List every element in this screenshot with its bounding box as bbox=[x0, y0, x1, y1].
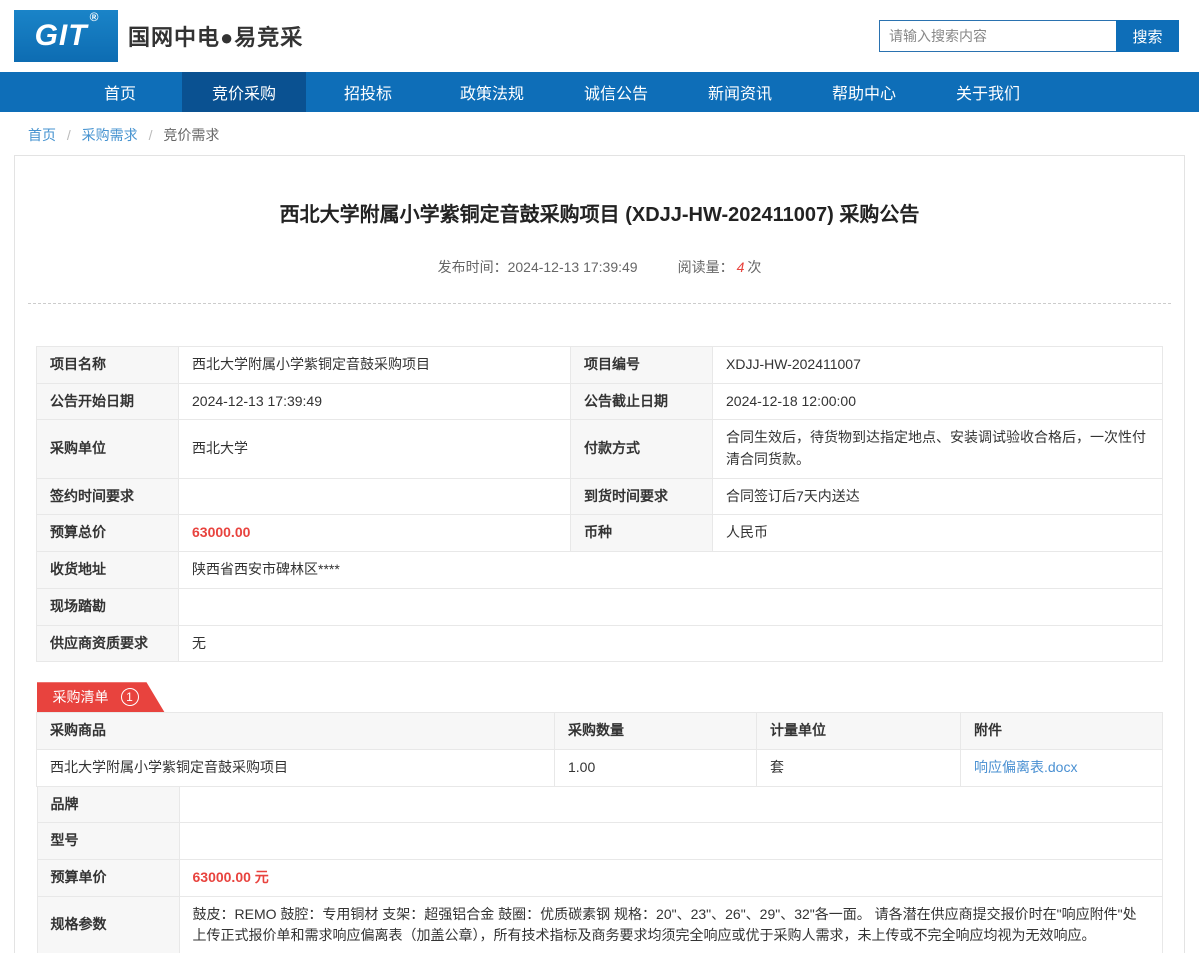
column-header-product: 采购商品 bbox=[37, 713, 555, 750]
notice-panel: 西北大学附属小学紫铜定音鼓采购项目 (XDJJ-HW-202411007) 采购… bbox=[14, 155, 1185, 953]
field-label: 预算总价 bbox=[37, 515, 179, 552]
field-label: 币种 bbox=[571, 515, 713, 552]
table-row: 采购单位 西北大学 付款方式 合同生效后，待货物到达指定地点、安装调试验收合格后… bbox=[37, 420, 1163, 478]
field-value: 无 bbox=[179, 625, 1163, 662]
field-label: 签约时间要求 bbox=[37, 478, 179, 515]
publish-time-label: 发布时间： bbox=[438, 259, 508, 275]
column-header-unit: 计量单位 bbox=[757, 713, 961, 750]
publish-info: 发布时间：2024-12-13 17:39:49 阅读量：4次 bbox=[15, 257, 1184, 277]
field-label: 到货时间要求 bbox=[571, 478, 713, 515]
field-label: 公告截止日期 bbox=[571, 383, 713, 420]
table-header-row: 采购商品 采购数量 计量单位 附件 bbox=[37, 713, 1163, 750]
purchase-list-table: 采购商品 采购数量 计量单位 附件 西北大学附属小学紫铜定音鼓采购项目 1.00… bbox=[36, 712, 1163, 786]
field-value bbox=[179, 588, 1163, 625]
purchase-item-details-table: 品牌 型号 预算单价 63000.00 元 规格参数 鼓皮：REMO 鼓腔：专用… bbox=[37, 786, 1163, 953]
field-value: XDJJ-HW-202411007 bbox=[713, 347, 1163, 384]
field-value: 合同生效后，待货物到达指定地点、安装调试验收合格后，一次性付清合同货款。 bbox=[713, 420, 1163, 478]
table-row: 品牌 bbox=[37, 786, 1162, 823]
nav-item-bidding-purchase[interactable]: 竞价采购 bbox=[182, 72, 306, 112]
search-button[interactable]: 搜索 bbox=[1116, 20, 1179, 52]
field-label: 预算单价 bbox=[37, 859, 179, 896]
purchase-list-count-badge: 1 bbox=[121, 688, 139, 706]
budget-total-value: 63000.00 bbox=[179, 515, 571, 552]
breadcrumb: 首页 / 采购需求 / 竞价需求 bbox=[0, 112, 1199, 155]
field-value bbox=[179, 823, 1162, 860]
nav-item-home[interactable]: 首页 bbox=[58, 72, 182, 112]
field-label: 现场踏勘 bbox=[37, 588, 179, 625]
field-value: 陕西省西安市碑林区**** bbox=[179, 552, 1163, 589]
breadcrumb-current: 竞价需求 bbox=[163, 127, 219, 143]
table-row: 型号 bbox=[37, 823, 1162, 860]
breadcrumb-purchase-demand-link[interactable]: 采购需求 bbox=[82, 127, 138, 143]
breadcrumb-separator: / bbox=[149, 127, 153, 143]
logo-text: GIT® bbox=[35, 19, 98, 53]
page-header: GIT® 国网中电●易竞采 搜索 bbox=[0, 0, 1199, 72]
field-label: 品牌 bbox=[37, 786, 179, 823]
field-label: 收货地址 bbox=[37, 552, 179, 589]
breadcrumb-home-link[interactable]: 首页 bbox=[28, 127, 56, 143]
site-title: 国网中电●易竞采 bbox=[128, 20, 303, 52]
attachment-link[interactable]: 响应偏离表.docx bbox=[974, 759, 1077, 775]
table-row: 规格参数 鼓皮：REMO 鼓腔：专用铜材 支架：超强铝合金 鼓圈：优质碳素钢 规… bbox=[37, 896, 1162, 953]
table-row: 现场踏勘 bbox=[37, 588, 1163, 625]
field-value bbox=[179, 786, 1162, 823]
site-logo[interactable]: GIT® bbox=[14, 10, 118, 62]
field-value: 人民币 bbox=[713, 515, 1163, 552]
product-name: 西北大学附属小学紫铜定音鼓采购项目 bbox=[37, 749, 555, 786]
field-label: 公告开始日期 bbox=[37, 383, 179, 420]
product-unit: 套 bbox=[757, 749, 961, 786]
purchase-list-badge-label: 采购清单 bbox=[53, 687, 109, 707]
views-label: 阅读量： bbox=[678, 259, 734, 275]
dashed-divider bbox=[28, 303, 1171, 304]
field-label: 采购单位 bbox=[37, 420, 179, 478]
budget-unit-price-value: 63000.00 元 bbox=[179, 859, 1162, 896]
field-value: 2024-12-18 12:00:00 bbox=[713, 383, 1163, 420]
column-header-attachment: 附件 bbox=[961, 713, 1163, 750]
field-value: 鼓皮：REMO 鼓腔：专用铜材 支架：超强铝合金 鼓圈：优质碳素钢 规格：20"… bbox=[179, 896, 1162, 953]
table-row: 供应商资质要求 无 bbox=[37, 625, 1163, 662]
nav-item-about-us[interactable]: 关于我们 bbox=[926, 72, 1050, 112]
nav-item-integrity-notice[interactable]: 诚信公告 bbox=[554, 72, 678, 112]
purchase-list-badge: 采购清单 1 bbox=[37, 682, 165, 712]
nav-item-help-center[interactable]: 帮助中心 bbox=[802, 72, 926, 112]
nav-item-tendering[interactable]: 招投标 bbox=[306, 72, 430, 112]
purchase-list-section-header: 采购清单 1 bbox=[37, 682, 1163, 712]
field-value bbox=[179, 478, 571, 515]
field-value: 合同签订后7天内送达 bbox=[713, 478, 1163, 515]
nav-item-policies[interactable]: 政策法规 bbox=[430, 72, 554, 112]
registered-trademark-icon: ® bbox=[90, 10, 100, 24]
breadcrumb-separator: / bbox=[67, 127, 71, 143]
search-input[interactable] bbox=[879, 20, 1116, 52]
field-label: 供应商资质要求 bbox=[37, 625, 179, 662]
field-value: 西北大学 bbox=[179, 420, 571, 478]
table-row: 公告开始日期 2024-12-13 17:39:49 公告截止日期 2024-1… bbox=[37, 383, 1163, 420]
field-label: 规格参数 bbox=[37, 896, 179, 953]
table-row: 签约时间要求 到货时间要求 合同签订后7天内送达 bbox=[37, 478, 1163, 515]
table-row: 项目名称 西北大学附属小学紫铜定音鼓采购项目 项目编号 XDJJ-HW-2024… bbox=[37, 347, 1163, 384]
page-title: 西北大学附属小学紫铜定音鼓采购项目 (XDJJ-HW-202411007) 采购… bbox=[15, 156, 1184, 227]
column-header-quantity: 采购数量 bbox=[555, 713, 757, 750]
project-info-table: 项目名称 西北大学附属小学紫铜定音鼓采购项目 项目编号 XDJJ-HW-2024… bbox=[36, 346, 1163, 662]
main-nav: 首页 竞价采购 招投标 政策法规 诚信公告 新闻资讯 帮助中心 关于我们 bbox=[0, 72, 1199, 112]
field-value: 西北大学附属小学紫铜定音鼓采购项目 bbox=[179, 347, 571, 384]
field-label: 项目名称 bbox=[37, 347, 179, 384]
field-label: 付款方式 bbox=[571, 420, 713, 478]
views-unit: 次 bbox=[747, 259, 761, 275]
table-row: 预算总价 63000.00 币种 人民币 bbox=[37, 515, 1163, 552]
field-label: 型号 bbox=[37, 823, 179, 860]
search-bar: 搜索 bbox=[879, 20, 1179, 52]
table-row: 预算单价 63000.00 元 bbox=[37, 859, 1162, 896]
nav-item-news[interactable]: 新闻资讯 bbox=[678, 72, 802, 112]
field-label: 项目编号 bbox=[571, 347, 713, 384]
views-count: 4 bbox=[737, 259, 745, 275]
table-row: 收货地址 陕西省西安市碑林区**** bbox=[37, 552, 1163, 589]
product-quantity: 1.00 bbox=[555, 749, 757, 786]
field-value: 2024-12-13 17:39:49 bbox=[179, 383, 571, 420]
publish-time-value: 2024-12-13 17:39:49 bbox=[508, 259, 638, 275]
table-row: 西北大学附属小学紫铜定音鼓采购项目 1.00 套 响应偏离表.docx bbox=[37, 749, 1163, 786]
